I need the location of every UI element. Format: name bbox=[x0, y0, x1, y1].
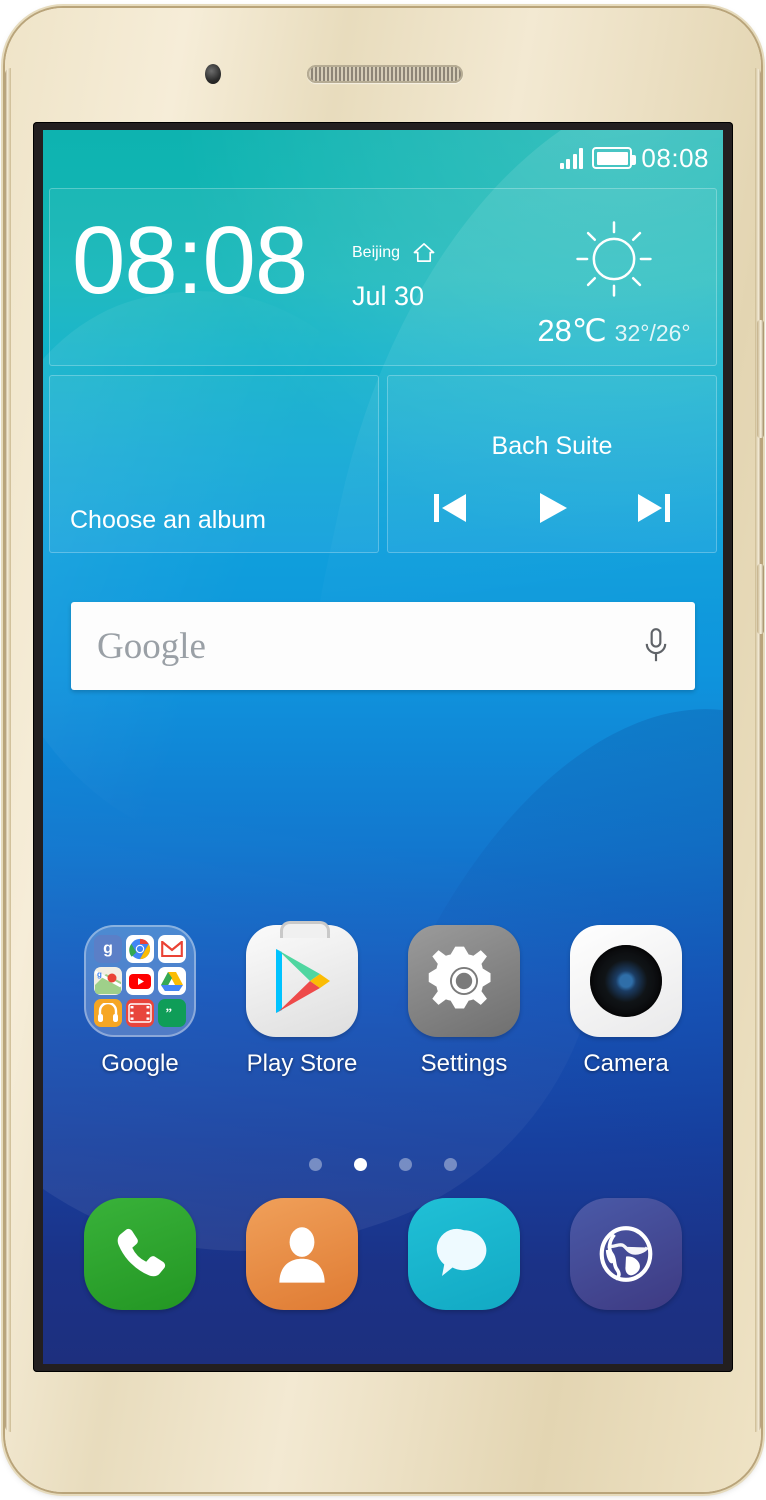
clock-widget-city-row: Beijing bbox=[352, 241, 436, 264]
app-cell-camera[interactable]: Camera bbox=[556, 925, 696, 1078]
chrome-app-icon[interactable] bbox=[126, 935, 154, 963]
bottom-bezel bbox=[5, 1372, 761, 1492]
page-indicator[interactable] bbox=[43, 1158, 723, 1171]
gmail-app-icon[interactable] bbox=[158, 935, 186, 963]
clock-widget-time: 08:08 bbox=[72, 207, 308, 314]
play-store-icon-box[interactable] bbox=[246, 921, 358, 1037]
sun-icon bbox=[576, 221, 652, 297]
search-input[interactable] bbox=[97, 624, 643, 668]
phone-screen[interactable]: 08:08 08:08 Beijing Jul 30 28℃ 32°/26° C… bbox=[43, 130, 723, 1364]
app-cell-play-store[interactable]: Play Store bbox=[232, 921, 372, 1078]
app-grid: g g ” Google Play Store Settings Camera bbox=[43, 921, 723, 1078]
google-folder-icon-box[interactable]: g g ” bbox=[84, 925, 196, 1037]
youtube-app-icon[interactable] bbox=[126, 967, 154, 995]
battery-full-icon bbox=[592, 147, 637, 169]
app-label-play-store: Play Store bbox=[246, 1050, 358, 1077]
signal-bars-icon bbox=[559, 147, 584, 169]
maps-app-icon[interactable]: g bbox=[94, 967, 122, 995]
volume-rocker-button[interactable] bbox=[757, 320, 764, 438]
phone-icon[interactable] bbox=[84, 1198, 196, 1310]
photo-album-widget[interactable]: Choose an album bbox=[49, 375, 379, 553]
app-cell-settings[interactable]: Settings bbox=[394, 925, 534, 1078]
contacts-person-icon[interactable] bbox=[246, 1198, 358, 1310]
drive-app-icon[interactable] bbox=[158, 967, 186, 995]
app-label-settings: Settings bbox=[420, 1050, 508, 1077]
front-camera-icon bbox=[205, 64, 221, 84]
page-dot-3[interactable] bbox=[399, 1158, 412, 1171]
weather-temp-range: 32°/26° bbox=[614, 320, 691, 346]
phone-device: 08:08 08:08 Beijing Jul 30 28℃ 32°/26° C… bbox=[5, 8, 764, 1492]
settings-gear-icon[interactable] bbox=[408, 925, 520, 1037]
svg-text:”: ” bbox=[166, 1005, 173, 1020]
right-side-rail bbox=[755, 68, 761, 1432]
page-dot-4[interactable] bbox=[444, 1158, 457, 1171]
play-icon[interactable] bbox=[530, 486, 574, 530]
play-music-app-icon[interactable] bbox=[94, 999, 122, 1027]
power-button[interactable] bbox=[757, 564, 764, 634]
clock-widget-date: Jul 30 bbox=[352, 281, 425, 311]
weather-current-temp: 28℃ bbox=[537, 313, 607, 348]
google-search-bar[interactable] bbox=[71, 602, 695, 690]
home-icon bbox=[413, 243, 435, 262]
message-bubble-icon[interactable] bbox=[408, 1198, 520, 1310]
settings-icon-box[interactable] bbox=[408, 925, 520, 1037]
weather-temperatures: 28℃ 32°/26° bbox=[526, 313, 702, 349]
music-controls bbox=[388, 486, 716, 530]
google-folder-icon[interactable]: g g ” bbox=[84, 925, 196, 1037]
dock bbox=[43, 1198, 723, 1310]
earpiece-speaker-icon bbox=[307, 65, 463, 83]
play-store-icon[interactable] bbox=[246, 921, 358, 1037]
microphone-icon[interactable] bbox=[643, 627, 669, 665]
status-bar[interactable]: 08:08 bbox=[43, 130, 723, 186]
app-cell-google-folder[interactable]: g g ” Google bbox=[70, 925, 210, 1078]
app-label-google: Google bbox=[101, 1050, 179, 1077]
skip-next-icon[interactable] bbox=[632, 486, 676, 530]
app-label-camera: Camera bbox=[583, 1050, 669, 1077]
camera-icon-box[interactable] bbox=[570, 925, 682, 1037]
globe-browser-icon[interactable] bbox=[570, 1198, 682, 1310]
camera-lens-icon bbox=[590, 945, 662, 1017]
page-dot-1[interactable] bbox=[309, 1158, 322, 1171]
google-app-icon[interactable]: g bbox=[94, 935, 122, 963]
status-bar-clock: 08:08 bbox=[641, 142, 709, 173]
clock-widget-city: Beijing bbox=[352, 243, 401, 261]
left-side-rail bbox=[5, 68, 11, 1432]
svg-text:g: g bbox=[97, 970, 102, 979]
music-track-title: Bach Suite bbox=[491, 432, 613, 460]
skip-previous-icon[interactable] bbox=[428, 486, 472, 530]
hangouts-app-icon[interactable]: ” bbox=[158, 999, 186, 1027]
play-movies-app-icon[interactable] bbox=[126, 999, 154, 1027]
clock-weather-widget[interactable]: 08:08 Beijing Jul 30 28℃ 32°/26° bbox=[49, 188, 717, 366]
camera-icon[interactable] bbox=[570, 925, 682, 1037]
weather-block[interactable]: 28℃ 32°/26° bbox=[526, 211, 702, 349]
album-widget-label: Choose an album bbox=[70, 506, 266, 534]
music-player-widget[interactable]: Bach Suite bbox=[387, 375, 717, 553]
page-dot-2[interactable] bbox=[354, 1158, 367, 1171]
